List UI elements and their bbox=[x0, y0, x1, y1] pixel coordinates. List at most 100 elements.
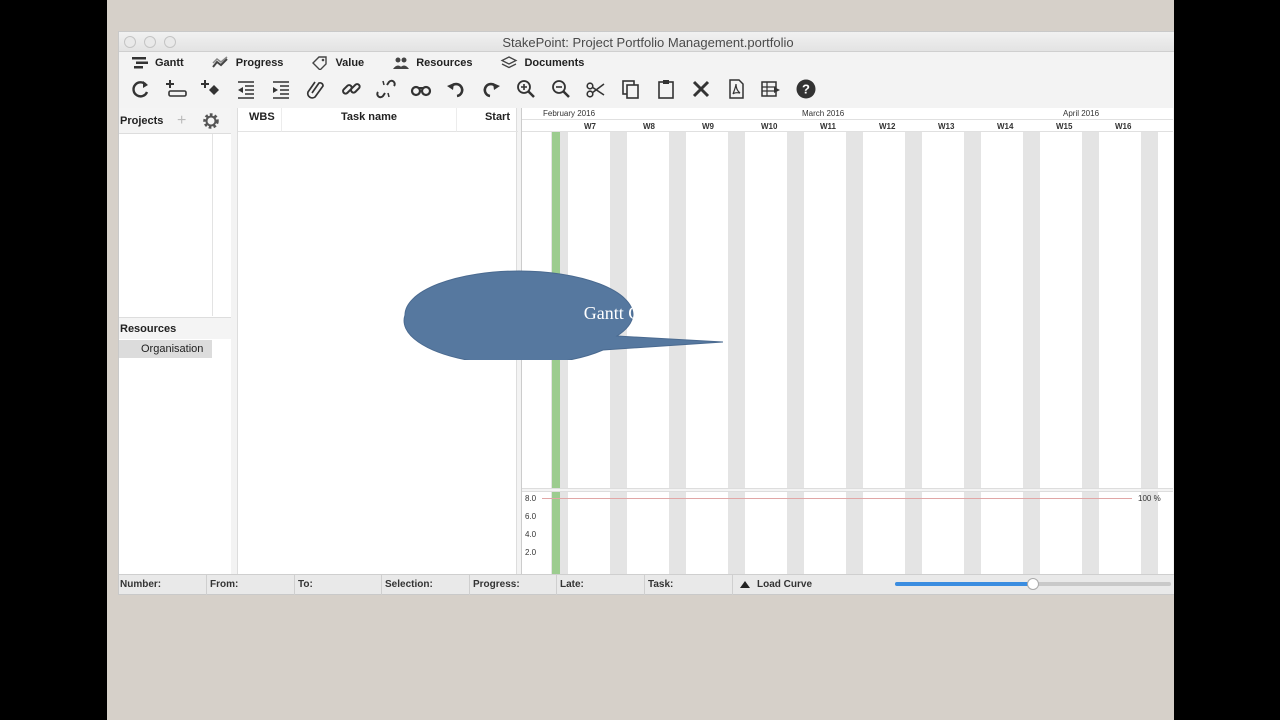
tab-resources-label: Resources bbox=[416, 57, 473, 69]
column-header-task-name[interactable]: Task name bbox=[282, 108, 457, 132]
indent-button[interactable] bbox=[263, 76, 298, 102]
toolbar: ? bbox=[119, 76, 1174, 102]
projects-header: Projects + bbox=[119, 108, 231, 134]
tab-value[interactable]: Value bbox=[299, 52, 380, 74]
tab-gantt[interactable]: Gantt bbox=[119, 52, 200, 74]
presentation-slide: StakePoint: Project Portfolio Management… bbox=[107, 0, 1174, 720]
pdf-icon bbox=[728, 79, 744, 99]
load-chart-splitter[interactable] bbox=[522, 488, 1173, 492]
organisation-item[interactable]: Organisation bbox=[119, 340, 212, 358]
column-header-start[interactable]: Start bbox=[457, 108, 518, 132]
projects-list-divider bbox=[212, 134, 213, 316]
documents-icon bbox=[500, 56, 518, 69]
add-milestone-icon bbox=[200, 80, 219, 95]
unlink-button[interactable] bbox=[368, 76, 403, 102]
resources-icon bbox=[393, 57, 410, 69]
month-february: February 2016 bbox=[543, 109, 596, 118]
outdent-icon bbox=[237, 81, 254, 99]
week-label: W11 bbox=[820, 122, 837, 131]
week-label: W12 bbox=[879, 122, 896, 131]
week-label: W8 bbox=[643, 122, 655, 131]
week-label: W9 bbox=[702, 122, 714, 131]
progress-icon bbox=[211, 56, 228, 68]
find-icon bbox=[410, 85, 431, 97]
svg-text:?: ? bbox=[802, 82, 810, 97]
tab-documents-label: Documents bbox=[524, 57, 585, 69]
zoom-out-button[interactable] bbox=[543, 76, 578, 102]
header-divider bbox=[522, 119, 1173, 120]
find-button[interactable] bbox=[403, 76, 438, 102]
month-april: April 2016 bbox=[1063, 109, 1100, 118]
load-curve-toggle[interactable]: Load Curve bbox=[733, 579, 812, 590]
column-header-wbs[interactable]: WBS bbox=[238, 108, 282, 132]
triangle-up-icon bbox=[740, 581, 750, 588]
cut-button[interactable] bbox=[578, 76, 613, 102]
paste-icon bbox=[657, 80, 674, 99]
help-icon: ? bbox=[796, 79, 815, 99]
add-milestone-button[interactable] bbox=[193, 76, 228, 102]
week-label: W14 bbox=[997, 122, 1014, 131]
weekend-stripe bbox=[964, 132, 981, 574]
tab-documents[interactable]: Documents bbox=[488, 52, 600, 74]
copy-icon bbox=[621, 80, 639, 99]
undo-button[interactable] bbox=[438, 76, 473, 102]
zoom-slider-knob[interactable] bbox=[1027, 578, 1039, 590]
window-title: StakePoint: Project Portfolio Management… bbox=[502, 35, 794, 50]
capacity-limit-line bbox=[542, 498, 1132, 499]
weekend-stripe bbox=[787, 132, 804, 574]
weekend-stripe bbox=[1141, 132, 1158, 574]
projects-label: Projects bbox=[120, 115, 164, 127]
load-y-label: 2.0 bbox=[525, 548, 537, 557]
capacity-limit-label: 100 % bbox=[1138, 494, 1161, 503]
zoom-in-icon bbox=[516, 80, 535, 98]
help-button[interactable]: ? bbox=[788, 76, 823, 102]
tab-progress[interactable]: Progress bbox=[200, 52, 300, 74]
cut-icon bbox=[585, 82, 604, 98]
resources-label: Resources bbox=[120, 323, 177, 335]
month-march: March 2016 bbox=[802, 109, 845, 118]
delete-icon bbox=[692, 80, 709, 98]
attach-button[interactable] bbox=[298, 76, 333, 102]
load-y-label: 4.0 bbox=[525, 530, 537, 539]
indent-icon bbox=[272, 81, 289, 99]
redo-button[interactable] bbox=[473, 76, 508, 102]
status-number: Number: bbox=[119, 574, 207, 595]
copy-button[interactable] bbox=[613, 76, 648, 102]
delete-button[interactable] bbox=[683, 76, 718, 102]
link-button[interactable] bbox=[333, 76, 368, 102]
tab-resources[interactable]: Resources bbox=[380, 52, 488, 74]
zoom-slider[interactable] bbox=[895, 578, 1171, 590]
gantt-icon bbox=[132, 57, 148, 69]
status-late: Late: bbox=[557, 574, 645, 595]
week-label: W13 bbox=[938, 122, 955, 131]
resources-header: Resources bbox=[119, 317, 231, 339]
weekend-stripe bbox=[728, 132, 745, 574]
outdent-button[interactable] bbox=[228, 76, 263, 102]
zoom-out-icon bbox=[551, 80, 570, 98]
link-icon bbox=[341, 83, 361, 95]
refresh-button[interactable] bbox=[123, 76, 158, 102]
export-button[interactable] bbox=[753, 76, 788, 102]
attach-icon bbox=[306, 81, 324, 99]
add-task-button[interactable] bbox=[158, 76, 193, 102]
tab-progress-label: Progress bbox=[235, 57, 284, 69]
title-bar: StakePoint: Project Portfolio Management… bbox=[119, 32, 1174, 52]
tab-gantt-label: Gantt bbox=[155, 57, 184, 69]
weekend-stripe bbox=[1082, 132, 1099, 574]
zoom-in-button[interactable] bbox=[508, 76, 543, 102]
callout-text: Gantt Chart bbox=[583, 303, 669, 323]
pdf-button[interactable] bbox=[718, 76, 753, 102]
status-selection: Selection: bbox=[382, 574, 470, 595]
weekend-stripe bbox=[1023, 132, 1040, 574]
week-label: W10 bbox=[761, 122, 778, 131]
left-panel: Projects + Resources Organisation bbox=[119, 108, 231, 574]
export-icon bbox=[760, 81, 780, 97]
paste-button[interactable] bbox=[648, 76, 683, 102]
refresh-icon bbox=[131, 81, 148, 98]
add-project-icon[interactable]: + bbox=[177, 112, 186, 130]
gear-icon[interactable] bbox=[201, 111, 221, 131]
week-label: W16 bbox=[1115, 122, 1132, 131]
weekend-stripe bbox=[905, 132, 922, 574]
view-tabs: Gantt Progress Value Resources Documents bbox=[119, 52, 1174, 74]
load-curve-label: Load Curve bbox=[757, 579, 813, 590]
